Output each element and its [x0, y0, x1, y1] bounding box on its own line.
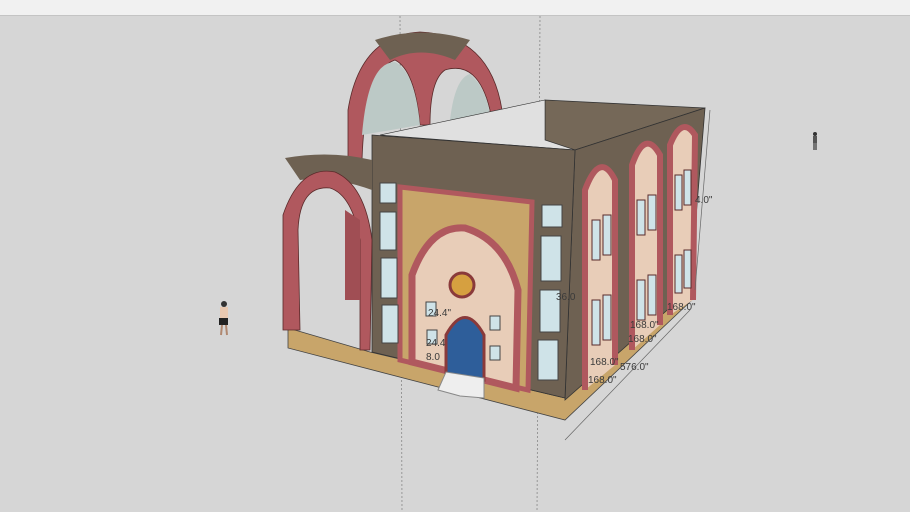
dim-height: 4.0": [695, 195, 713, 206]
scale-figure-left: [219, 301, 228, 336]
dim-bay: 168.0": [588, 375, 617, 386]
dim-length: 576.0": [620, 362, 649, 373]
dim-window: 24.4: [426, 338, 446, 349]
dim-small: 8.0: [426, 352, 440, 363]
front-door[interactable]: [444, 316, 486, 382]
dim-bay: 168.0": [628, 334, 657, 345]
top-toolbar: [0, 0, 910, 16]
dim-window: 24.4": [428, 308, 451, 319]
dim-bay: 168.0": [667, 302, 696, 313]
dim-bay: 168.0": [630, 320, 659, 331]
scale-figure-right: [813, 132, 817, 150]
dim-bay: 168.0": [590, 357, 619, 368]
left-porch-arch: [282, 154, 373, 351]
dim-misc: 36.0: [556, 292, 576, 303]
rose-window: [448, 271, 476, 299]
3d-viewport[interactable]: 4.0" 576.0" 168.0" 168.0" 168.0" 168.0" …: [0, 16, 910, 512]
